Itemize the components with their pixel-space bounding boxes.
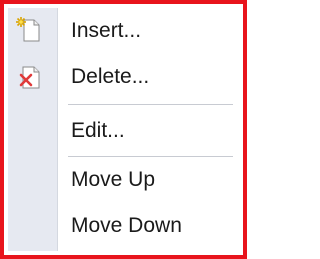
menu-item-delete[interactable]: Delete... <box>8 54 239 100</box>
menu-separator <box>68 104 233 105</box>
menu-item-insert[interactable]: Insert... <box>8 8 239 54</box>
menu-item-label: Insert... <box>71 19 142 42</box>
insert-page-icon <box>15 15 45 45</box>
menu-item-move-up[interactable]: Move Up <box>8 157 239 203</box>
menu-item-label: Move Down <box>71 214 182 237</box>
menu-item-edit[interactable]: Edit... <box>8 108 239 154</box>
menu-item-label: Delete... <box>71 65 150 88</box>
menu-item-label: Move Up <box>71 168 156 191</box>
highlight-frame: Insert... Delete... Edit... Move Up Move… <box>0 0 247 259</box>
delete-page-icon <box>15 61 45 91</box>
menu-item-move-down[interactable]: Move Down <box>8 203 239 249</box>
context-menu: Insert... Delete... Edit... Move Up Move… <box>8 8 239 251</box>
menu-item-label: Edit... <box>71 119 125 142</box>
